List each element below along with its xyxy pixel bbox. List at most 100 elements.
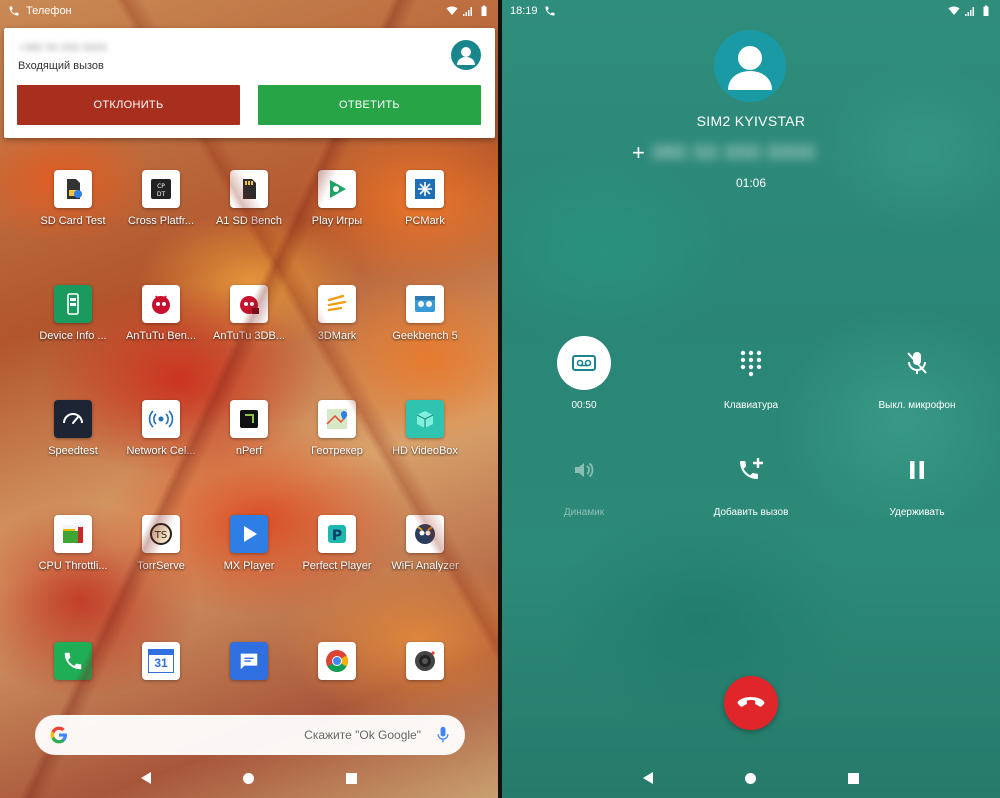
app-nperf[interactable]: nPerf	[204, 400, 294, 457]
status-time: 18:19	[510, 5, 538, 17]
app-perfect-player[interactable]: P Perfect Player	[292, 515, 382, 572]
signal-icon	[463, 7, 472, 16]
microphone-icon[interactable]	[435, 726, 451, 744]
incoming-call-notification[interactable]: +380 50 000 0000 Входящий вызов ОТКЛОНИТ…	[4, 28, 495, 138]
app-label: TorrServe	[137, 560, 185, 572]
add-call-button[interactable]: Добавить вызов	[681, 443, 821, 518]
app-sd-card-test[interactable]: SD Card Test	[28, 170, 118, 227]
home-icon[interactable]	[243, 772, 254, 784]
dock-chrome[interactable]	[292, 642, 382, 680]
app-play-games[interactable]: Play Игры	[292, 170, 382, 227]
app-antutu[interactable]: AnTuTu Ben...	[116, 285, 206, 342]
app-antutu-3d[interactable]: AnTuTu 3DB...	[204, 285, 294, 342]
mx-player-icon	[230, 515, 268, 553]
app-cross-platform[interactable]: CP DT Cross Platfr...	[116, 170, 206, 227]
svg-text:P: P	[332, 528, 342, 544]
mute-button[interactable]: Выкл. микрофон	[847, 336, 987, 411]
home-icon[interactable]	[745, 772, 756, 784]
app-label: SD Card Test	[40, 215, 106, 227]
answer-button[interactable]: ОТВЕТИТЬ	[258, 85, 481, 125]
app-device-info[interactable]: Device Info ...	[28, 285, 118, 342]
app-label: nPerf	[235, 445, 263, 457]
phone-call-icon	[545, 6, 555, 16]
app-label: Cross Platfr...	[127, 215, 195, 227]
speaker-icon	[575, 462, 594, 478]
record-button[interactable]: 00:50	[514, 336, 654, 411]
play-games-icon	[318, 170, 356, 208]
app-label: AnTuTu 3DB...	[213, 330, 285, 342]
antutu-icon	[142, 285, 180, 323]
speedtest-icon	[54, 400, 92, 438]
geotracker-icon	[318, 400, 356, 438]
hang-up-icon	[737, 697, 765, 707]
app-label: 3DMark	[317, 330, 357, 342]
hold-button[interactable]: Удерживать	[847, 443, 987, 518]
calendar-icon: 31	[142, 642, 180, 680]
svg-text:TS: TS	[154, 530, 167, 541]
geekbench-icon	[406, 285, 444, 323]
cpu-throttling-icon	[54, 515, 92, 553]
caller-number: + 380 50 000 0000	[632, 140, 872, 166]
dialpad-icon	[740, 350, 762, 377]
keypad-label: Клавиатура	[723, 400, 779, 411]
calendar-day: 31	[148, 655, 174, 673]
app-torrserve[interactable]: TS TorrServe	[116, 515, 206, 572]
app-label: MX Player	[223, 560, 275, 572]
svg-text:CP: CP	[157, 183, 165, 190]
back-icon[interactable]	[643, 772, 653, 784]
app-hd-videobox[interactable]: HD VideoBox	[380, 400, 470, 457]
recent-apps-icon[interactable]	[346, 772, 357, 784]
dock-camera[interactable]	[380, 642, 470, 680]
status-bar: Телефон	[0, 0, 498, 22]
mic-off-icon	[907, 352, 927, 374]
end-call-button[interactable]	[724, 676, 778, 730]
app-network-cell[interactable]: Network Cel...	[116, 400, 206, 457]
app-speedtest[interactable]: Speedtest	[28, 400, 118, 457]
app-geekbench[interactable]: Geekbench 5	[380, 285, 470, 342]
recent-apps-icon[interactable]	[848, 772, 859, 784]
dock-calendar[interactable]: 31	[116, 642, 206, 680]
app-label: Perfect Player	[302, 560, 372, 572]
back-icon[interactable]	[141, 772, 151, 784]
app-geotracker[interactable]: Геотрекер	[292, 400, 382, 457]
speaker-label: Динамик	[563, 507, 605, 518]
number-value: 380 50 000 0000	[650, 141, 817, 164]
app-mx-player[interactable]: MX Player	[204, 515, 294, 572]
app-a1-sd-bench[interactable]: A1 SD Bench	[204, 170, 294, 227]
app-pcmark[interactable]: PCMark	[380, 170, 470, 227]
battery-icon	[481, 5, 487, 16]
number-prefix: +	[632, 140, 645, 165]
app-label: Speedtest	[48, 445, 98, 457]
decline-button[interactable]: ОТКЛОНИТЬ	[17, 85, 240, 125]
app-label: Геотрекер	[311, 445, 363, 457]
app-label: WiFi Analyzer	[391, 560, 459, 572]
perfect-player-icon: P	[318, 515, 356, 553]
in-call-screen: 18:19 SIM2 KYIVSTAR + 380 50 000 0000 01…	[502, 0, 1000, 798]
app-cpu-throttling[interactable]: CPU Throttli...	[28, 515, 118, 572]
app-3dmark[interactable]: 3DMark	[292, 285, 382, 342]
signal-icon	[965, 7, 974, 16]
dock-messages[interactable]	[204, 642, 294, 680]
speaker-button[interactable]: Динамик	[514, 443, 654, 518]
google-icon	[50, 726, 67, 744]
app-label: Geekbench 5	[392, 330, 458, 342]
record-label: 00:50	[571, 400, 597, 411]
home-screen: Телефон +380 50 000 0000 Входящий вызов …	[0, 0, 498, 798]
hd-videobox-icon	[406, 400, 444, 438]
person-icon	[728, 46, 772, 90]
phone-call-icon	[9, 6, 19, 16]
keypad-button[interactable]: Клавиатура	[681, 336, 821, 411]
status-bar: 18:19	[502, 0, 1000, 22]
google-search-bar[interactable]: Скажите "Ok Google"	[35, 715, 465, 755]
dock-phone[interactable]	[28, 642, 118, 680]
nperf-icon	[230, 400, 268, 438]
caller-avatar	[451, 40, 481, 70]
app-wifi-analyzer[interactable]: WiFi Analyzer	[380, 515, 470, 572]
3dmark-icon	[318, 285, 356, 323]
app-label: HD VideoBox	[392, 445, 458, 457]
app-label: PCMark	[405, 215, 445, 227]
torrserve-icon: TS	[142, 515, 180, 553]
wifi-analyzer-icon	[406, 515, 444, 553]
svg-text:DT: DT	[157, 191, 166, 198]
device-info-icon	[54, 285, 92, 323]
